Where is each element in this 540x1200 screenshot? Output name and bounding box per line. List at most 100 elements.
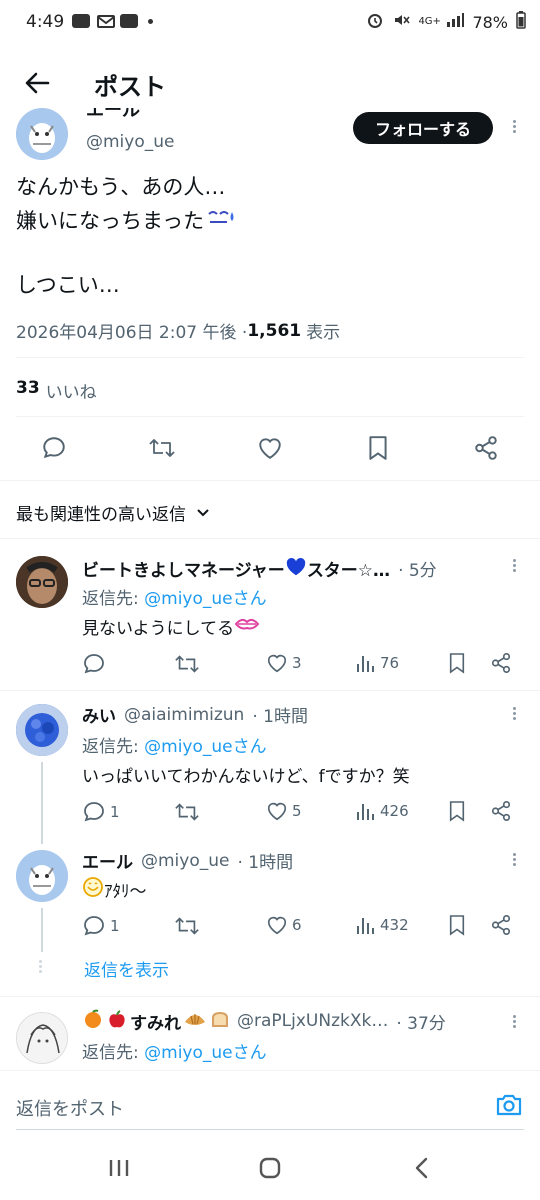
reply-to-link[interactable]: @miyo_ueさん <box>144 589 266 609</box>
divider <box>16 416 524 417</box>
like-count: 5 <box>292 802 302 820</box>
reply-time: · 1時間 <box>237 853 294 873</box>
reply-icon[interactable] <box>38 432 70 464</box>
reply-avatar[interactable] <box>16 556 68 608</box>
post-timestamp[interactable]: 2026年04月06日 2:07 午後 · <box>16 318 247 343</box>
follow-button[interactable]: フォローする <box>353 112 493 144</box>
orange-emoji-icon <box>82 1008 104 1034</box>
share-icon[interactable] <box>490 652 512 674</box>
bookmark-icon[interactable] <box>448 914 466 936</box>
post-line-2-wrap: 嫌いになっちまった <box>16 204 236 238</box>
back-arrow-icon[interactable] <box>22 68 52 98</box>
author-name[interactable]: エール <box>86 108 140 120</box>
views-icon[interactable]: 426 <box>356 800 409 822</box>
reply-text: 見ないようにしてる <box>82 619 235 639</box>
reply-input[interactable]: 返信をポスト <box>16 1095 124 1121</box>
reply-compose-bar: 返信をポスト <box>0 1070 540 1140</box>
divider <box>0 996 540 997</box>
reply-name-suffix[interactable]: スター☆… <box>307 556 390 581</box>
bread-emoji-icon <box>209 1008 231 1034</box>
share-icon[interactable] <box>490 800 512 822</box>
share-icon[interactable] <box>490 914 512 936</box>
reply-icon[interactable]: 1 <box>82 914 120 938</box>
reply-to: 返信先: @miyo_ueさん <box>82 1038 267 1063</box>
repost-icon[interactable] <box>174 914 200 938</box>
reply-name[interactable]: みい <box>82 702 116 727</box>
reply-count: 1 <box>110 917 120 935</box>
thread-dots <box>39 958 42 975</box>
more-options-icon[interactable] <box>507 118 521 138</box>
post-meta: 2026年04月06日 2:07 午後 · 1,561 表示 <box>16 318 341 344</box>
likes-summary[interactable]: 33 いいね <box>16 378 97 403</box>
reply-name[interactable]: すみれ <box>130 1009 181 1034</box>
author-avatar[interactable] <box>16 108 68 160</box>
more-options-icon[interactable] <box>507 851 521 871</box>
bookmark-icon[interactable] <box>448 800 466 822</box>
mail-icon <box>97 13 115 34</box>
reply-handle[interactable]: @aiaimimizun <box>124 705 244 725</box>
reply-to-link[interactable]: @miyo_ueさん <box>144 1043 266 1063</box>
reply-to-link[interactable]: @miyo_ueさん <box>144 737 266 757</box>
like-heart-icon[interactable] <box>254 432 286 464</box>
bookmark-icon[interactable] <box>448 652 466 674</box>
sort-dropdown[interactable]: 最も関連性の高い返信 <box>16 500 210 525</box>
reply-header: ビートきよしマネージャー スター☆… · 5分 <box>82 556 437 581</box>
repost-icon[interactable] <box>174 800 200 824</box>
reply-avatar[interactable] <box>16 850 68 902</box>
divider <box>0 480 540 481</box>
show-replies-link[interactable]: 返信を表示 <box>84 956 169 981</box>
back-nav-icon[interactable] <box>412 1156 432 1184</box>
reply-actions: 1 5 426 <box>82 798 522 826</box>
chevron-down-icon <box>196 503 210 523</box>
reply-handle[interactable]: @miyo_ue <box>141 851 229 871</box>
reply-header: エール @miyo_ue · 1時間 <box>82 848 294 874</box>
reply-avatar[interactable] <box>16 1012 68 1064</box>
views-label: 表示 <box>306 323 341 343</box>
reply-to: 返信先: @miyo_ueさん <box>82 732 267 757</box>
croissant-emoji-icon <box>183 1008 207 1034</box>
repost-icon[interactable] <box>146 432 178 464</box>
repost-icon[interactable] <box>174 652 200 676</box>
reply-header: すみれ @raPLjxUNzkXk… · 37分 <box>82 1008 446 1034</box>
reply-text: ｱﾀﾘ～ <box>104 882 147 902</box>
views-icon[interactable]: 432 <box>356 914 409 936</box>
reply-text-wrap: 見ないようにしてる <box>82 614 260 639</box>
share-icon[interactable] <box>470 432 502 464</box>
like-heart-icon[interactable]: 3 <box>266 652 302 674</box>
reply-avatar[interactable] <box>16 704 68 756</box>
more-notifications-dot <box>148 19 153 24</box>
reply-icon[interactable]: 1 <box>82 800 120 824</box>
divider <box>0 538 540 539</box>
views-icon[interactable]: 76 <box>356 652 399 674</box>
status-time: 4:49 <box>26 12 65 32</box>
reply-header: みい @aiaimimizun · 1時間 <box>82 702 308 728</box>
likes-count: 33 <box>16 378 40 398</box>
more-options-icon[interactable] <box>507 1013 521 1033</box>
recent-apps-icon[interactable] <box>108 1158 130 1182</box>
smiley-face-emoji-icon <box>82 876 104 903</box>
reply-to: 返信先: @miyo_ueさん <box>82 584 267 609</box>
like-heart-icon[interactable]: 5 <box>266 800 302 822</box>
view-count: 432 <box>380 916 409 934</box>
post-line-2: 嫌いになっちまった <box>16 209 205 233</box>
more-options-icon[interactable] <box>507 557 521 577</box>
camera-icon[interactable] <box>494 1091 524 1123</box>
reply-name[interactable]: ビートきよしマネージャー <box>82 556 285 581</box>
bookmark-icon[interactable] <box>362 432 394 464</box>
status-bar: 4:49 4G+ 78% <box>0 0 540 44</box>
sort-label: 最も関連性の高い返信 <box>16 505 186 525</box>
views-count: 1,561 <box>247 320 302 341</box>
status-right: 4G+ 78% <box>366 11 526 33</box>
home-icon[interactable] <box>258 1156 282 1184</box>
reply-handle[interactable]: @raPLjxUNzkXk… <box>237 1011 388 1031</box>
like-count: 3 <box>292 654 302 672</box>
reply-name[interactable]: エール <box>82 848 133 873</box>
reply-time: · 37分 <box>396 1013 446 1034</box>
thread-line <box>41 908 43 952</box>
more-options-icon[interactable] <box>507 705 521 725</box>
like-heart-icon[interactable]: 6 <box>266 914 302 936</box>
reply-icon[interactable] <box>82 652 110 676</box>
youtube-icon-2 <box>120 14 138 28</box>
kiss-lips-emoji-icon <box>234 615 260 638</box>
author-handle[interactable]: @miyo_ue <box>86 132 174 152</box>
